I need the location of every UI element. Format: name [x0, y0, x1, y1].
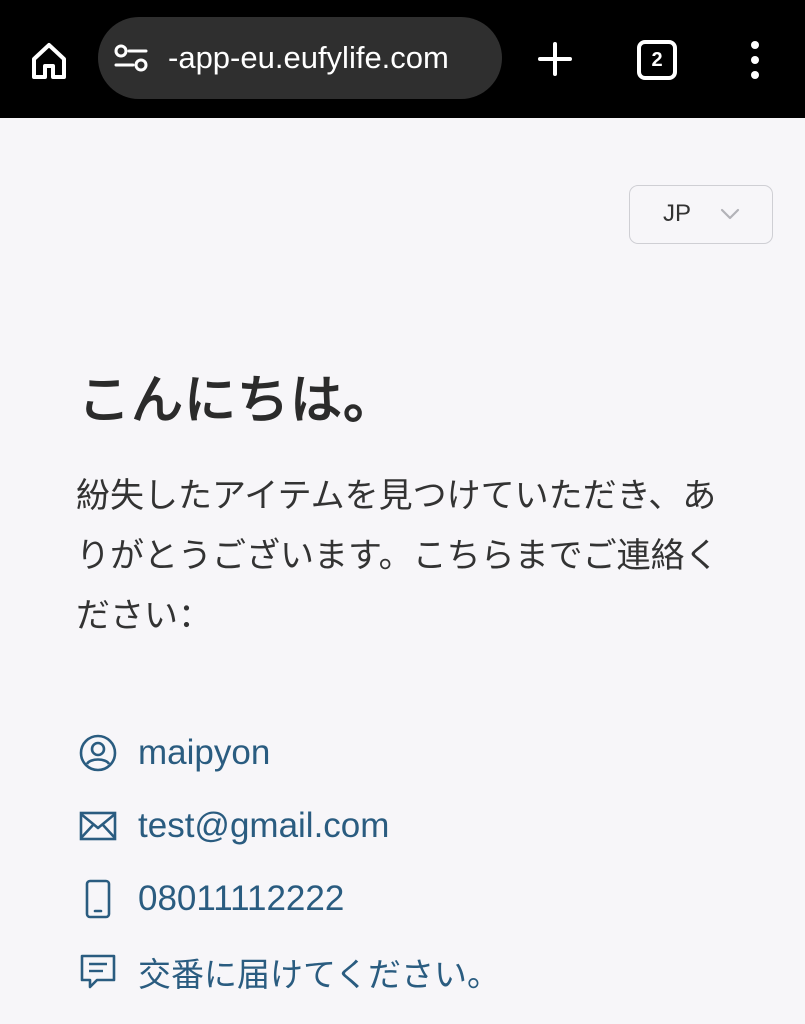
chevron-down-icon	[720, 208, 740, 220]
url-text[interactable]: -app-eu.eufylife.com	[168, 37, 493, 79]
contact-name: maipyon	[138, 732, 271, 772]
message-icon	[80, 954, 116, 988]
site-settings-icon[interactable]	[114, 44, 148, 72]
phone-icon	[85, 879, 111, 918]
contact-message: 紛失したアイテムを見つけていただき、ありがとうございます。こちらまでご連絡くださ…	[76, 476, 719, 636]
mail-icon	[79, 811, 117, 840]
contact-note: 交番に届けてください。	[138, 954, 501, 994]
contact-row-email[interactable]: test@gmail.com	[78, 789, 778, 862]
menu-dot-icon	[751, 41, 759, 49]
browser-toolbar: -app-eu.eufylife.com 2	[0, 0, 805, 118]
new-tab-button[interactable]	[532, 36, 578, 82]
home-button[interactable]	[24, 36, 74, 86]
contact-email[interactable]: test@gmail.com	[138, 806, 389, 846]
contact-row-phone[interactable]: 08011112222	[78, 862, 778, 935]
contact-phone[interactable]: 08011112222	[138, 879, 344, 919]
greeting-heading: こんにちは。	[78, 371, 397, 431]
menu-dot-icon	[751, 71, 759, 79]
plus-icon	[538, 42, 572, 76]
contact-list: maipyon test@gmail.com 08011112222 交番に届け…	[78, 716, 778, 1008]
language-selected-value: JP	[663, 200, 692, 227]
more-options-button[interactable]	[738, 37, 772, 83]
contact-row-name: maipyon	[78, 716, 778, 789]
contact-row-message: 交番に届けてください。	[78, 935, 778, 1008]
tab-switcher-button[interactable]: 2	[637, 40, 677, 80]
menu-dot-icon	[751, 56, 759, 64]
user-circle-icon	[79, 734, 117, 771]
home-icon	[32, 43, 66, 79]
address-bar[interactable]: -app-eu.eufylife.com	[98, 17, 502, 99]
language-select[interactable]: JP	[629, 185, 773, 244]
